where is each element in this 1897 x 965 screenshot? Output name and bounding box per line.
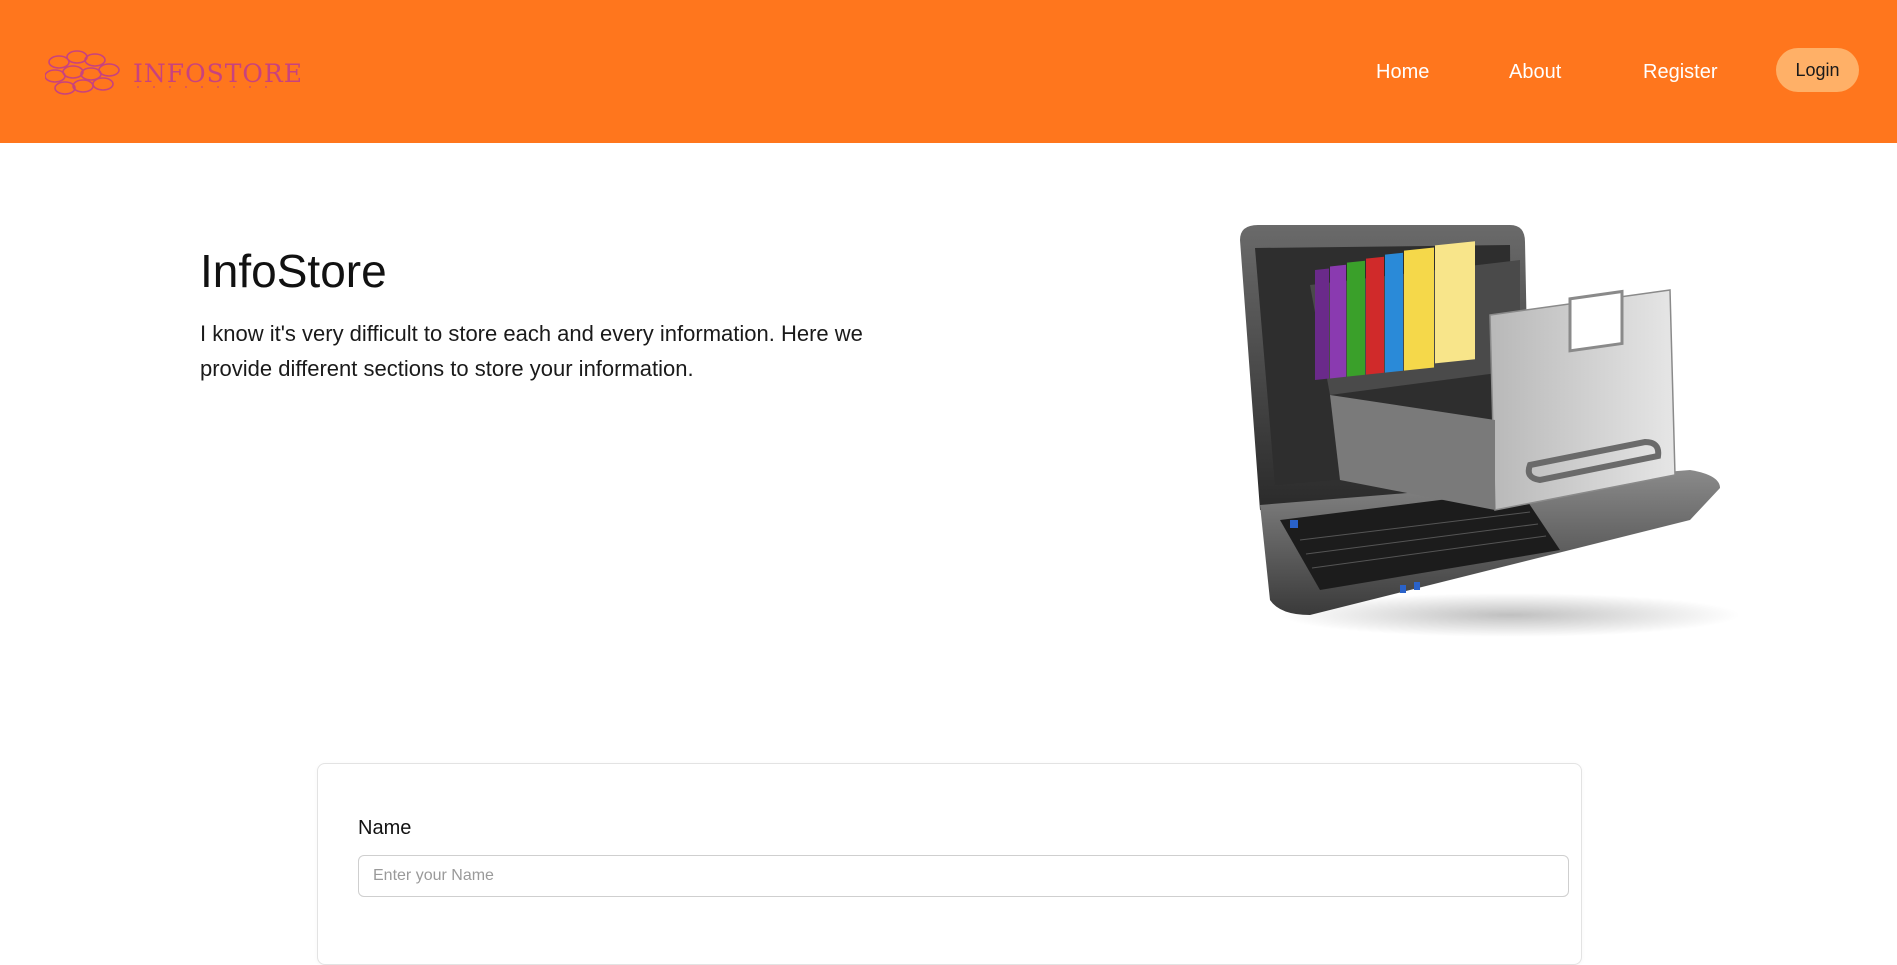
hero-description: I know it's very difficult to store each… — [200, 321, 863, 381]
brand-name: INFOSTORE — [133, 58, 303, 88]
name-input[interactable] — [358, 855, 1569, 897]
name-label: Name — [358, 817, 412, 839]
hero-title: InfoStore — [200, 245, 387, 297]
top-navbar: INFOSTORE Home About Register Login — [0, 0, 1897, 143]
brand-tagline-dots — [130, 86, 275, 88]
brand-logo[interactable]: INFOSTORE — [45, 48, 303, 98]
nav-home-link[interactable]: Home — [1376, 60, 1429, 84]
laptop-file-drawer-illustration — [1240, 225, 1740, 637]
info-form-card: Name — [317, 763, 1582, 965]
nav-about-link[interactable]: About — [1509, 60, 1561, 84]
logo-icon — [45, 50, 120, 95]
login-button[interactable]: Login — [1776, 48, 1859, 92]
nav-register-link[interactable]: Register — [1643, 60, 1717, 84]
